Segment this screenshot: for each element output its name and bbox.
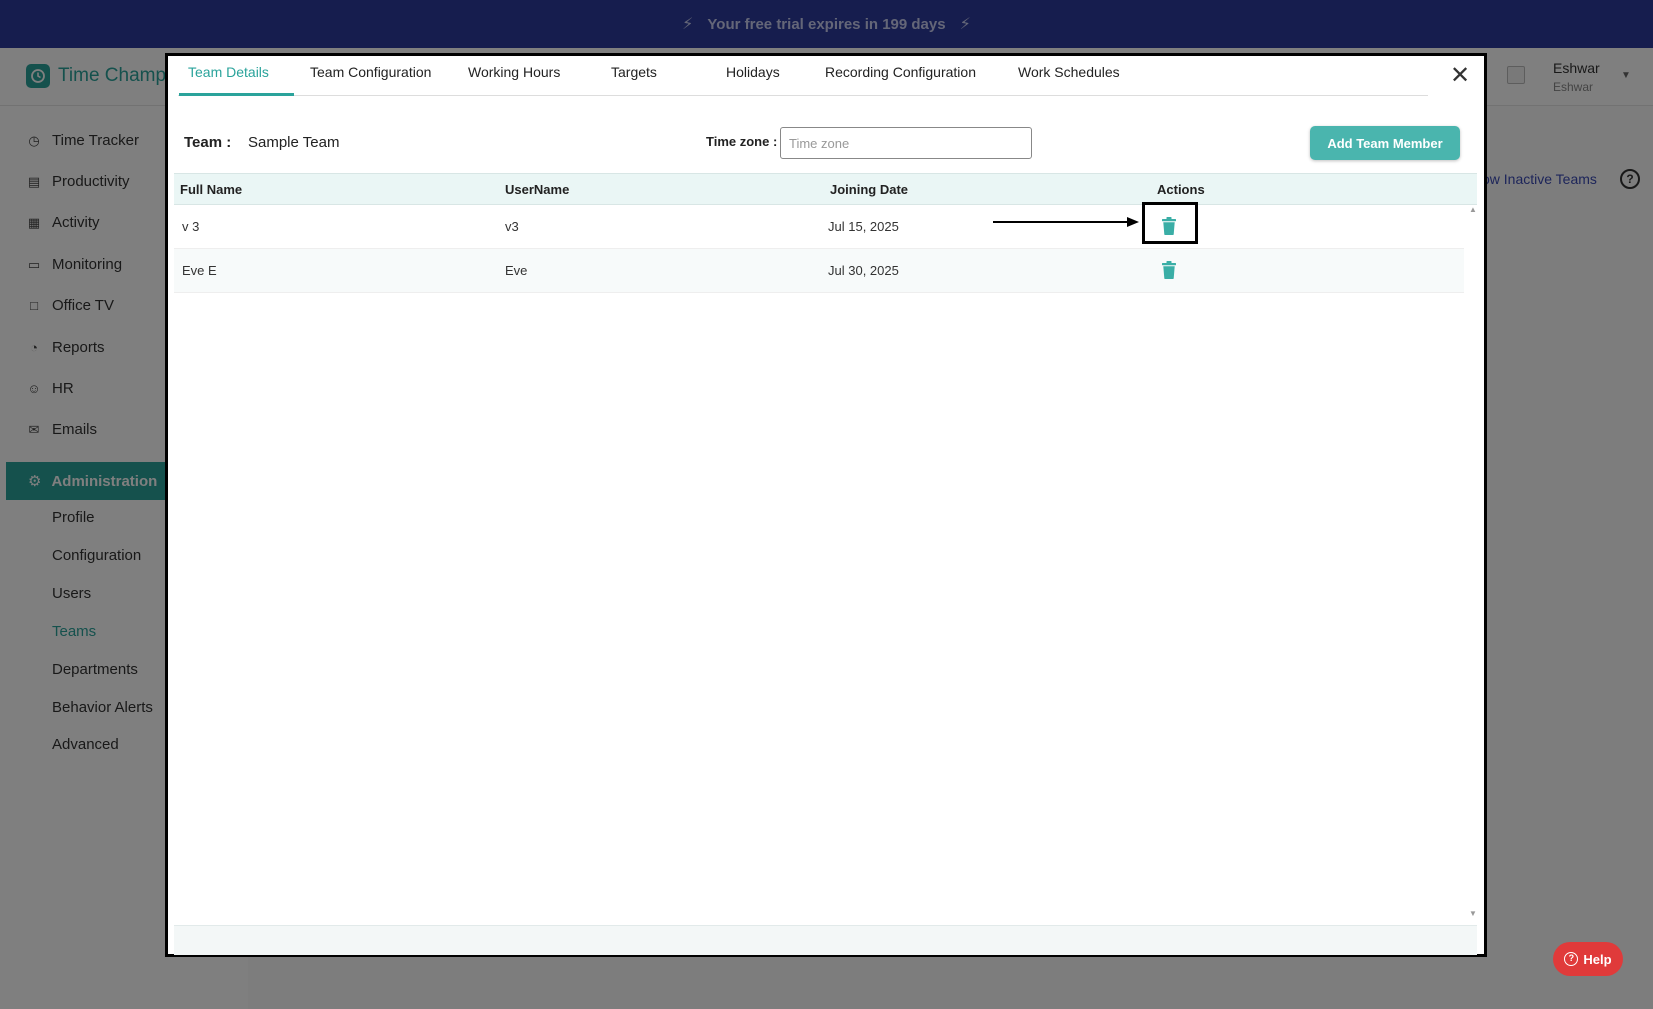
- modal-footer: [174, 925, 1477, 955]
- tab-holidays[interactable]: Holidays: [726, 64, 780, 80]
- column-header-full-name: Full Name: [180, 182, 243, 197]
- team-details-modal: Team Details Team Configuration Working …: [165, 53, 1487, 957]
- trash-icon[interactable]: [1162, 261, 1176, 279]
- cell-full-name: Eve E: [182, 263, 217, 278]
- add-team-member-button[interactable]: Add Team Member: [1310, 126, 1460, 160]
- tab-targets[interactable]: Targets: [611, 64, 657, 80]
- table-row: v 3 v3 Jul 15, 2025: [174, 205, 1464, 249]
- cell-username: Eve: [505, 263, 528, 278]
- tab-working-hours[interactable]: Working Hours: [468, 64, 560, 80]
- modal-tabs: Team Details Team Configuration Working …: [178, 56, 1428, 96]
- highlight-box: [1142, 202, 1198, 244]
- table-body: v 3 v3 Jul 15, 2025 Eve E Eve Jul 30, 20…: [174, 205, 1477, 925]
- table-row: Eve E Eve Jul 30, 2025: [174, 249, 1464, 293]
- column-header-joining-date: Joining Date: [830, 182, 909, 197]
- column-header-actions: Actions: [1157, 182, 1205, 197]
- column-header-username: UserName: [505, 182, 570, 197]
- scroll-down-arrow[interactable]: ▼: [1469, 909, 1477, 918]
- scroll-up-arrow[interactable]: ▲: [1469, 205, 1477, 214]
- table-header: Full Name UserName Joining Date Actions: [174, 173, 1477, 205]
- annotation-arrow-icon: [993, 217, 1139, 227]
- tab-work-schedules[interactable]: Work Schedules: [1018, 64, 1120, 80]
- active-tab-indicator: [179, 93, 294, 96]
- timezone-label: Time zone :: [706, 134, 778, 149]
- help-button[interactable]: ? Help: [1553, 942, 1623, 976]
- timezone-input[interactable]: [780, 127, 1032, 159]
- cell-joining-date: Jul 30, 2025: [828, 263, 899, 278]
- help-button-label: Help: [1583, 951, 1612, 967]
- tab-team-configuration[interactable]: Team Configuration: [310, 64, 431, 80]
- tab-team-details[interactable]: Team Details: [188, 64, 269, 80]
- close-icon[interactable]: ✕: [1450, 64, 1470, 88]
- question-icon: ?: [1564, 952, 1579, 966]
- cell-joining-date: Jul 15, 2025: [828, 219, 899, 234]
- cell-full-name: v 3: [182, 219, 200, 234]
- team-name: Sample Team: [248, 134, 340, 151]
- team-label: Team :: [184, 134, 232, 151]
- tab-recording-configuration[interactable]: Recording Configuration: [825, 64, 976, 80]
- cell-username: v3: [505, 219, 519, 234]
